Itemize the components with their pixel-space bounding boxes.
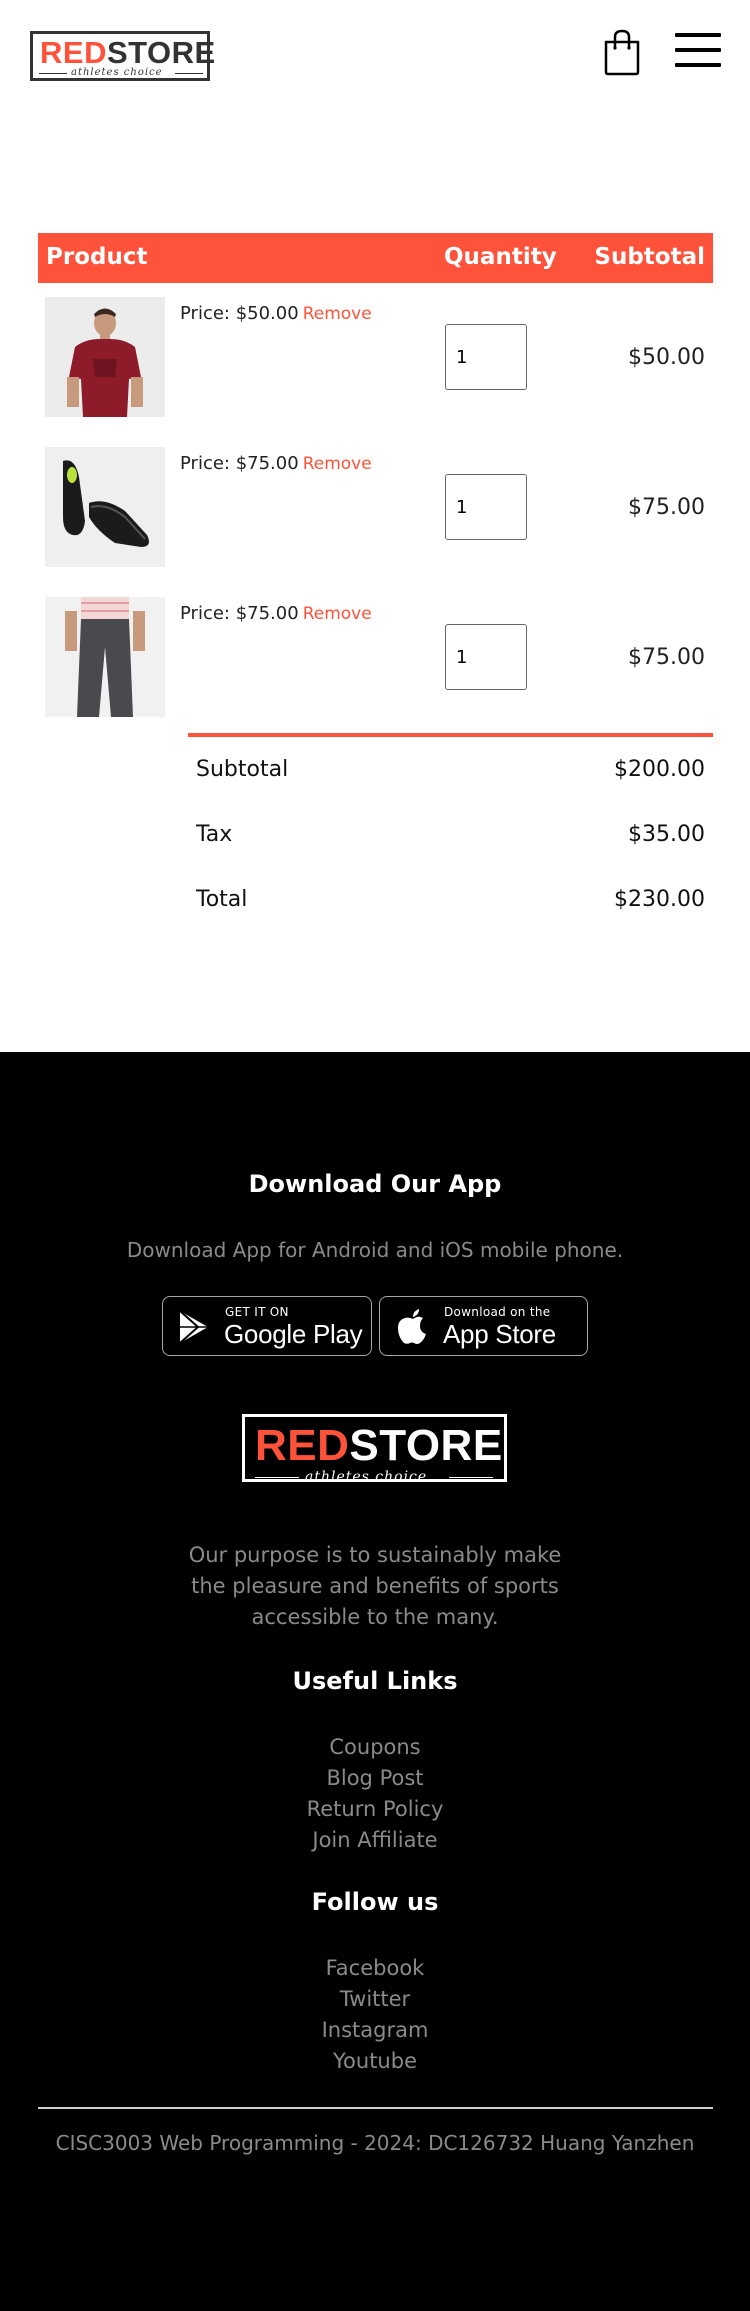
navbar: REDSTORE athletes choice <box>0 0 750 115</box>
footer-divider <box>38 2107 713 2109</box>
logo-tag-line-left <box>39 73 67 74</box>
quantity-input[interactable] <box>445 474 527 540</box>
totals-row-subtotal: Subtotal $200.00 <box>188 737 713 802</box>
column-product: Product <box>46 244 148 270</box>
item-price: Price: $75.00 Remove <box>180 453 372 474</box>
link-coupons[interactable]: Coupons <box>0 1732 750 1763</box>
purpose-text: Our purpose is to sustainably make the p… <box>188 1543 562 1629</box>
google-play-big-text: Google Play <box>224 1319 363 1349</box>
cart-row: Price: $75.00Remove $75.00 <box>38 433 713 567</box>
logo-wordmark: REDSTORE <box>40 35 216 70</box>
item-subtotal: $75.00 <box>628 645 705 670</box>
totals-value: $230.00 <box>614 887 705 912</box>
menu-bar <box>675 33 721 37</box>
totals-row-total: Total $230.00 <box>188 867 713 932</box>
app-store-big-text: App Store <box>443 1319 556 1349</box>
cart-row: Price: $50.00Remove $50.00 <box>38 283 713 417</box>
grey-joggers-product-image <box>45 597 165 717</box>
column-subtotal: Subtotal <box>594 244 705 270</box>
link-twitter[interactable]: Twitter <box>0 1984 750 2015</box>
item-price: Price: $75.00 Remove <box>180 603 372 624</box>
item-price: Price: $50.00 Remove <box>180 303 372 324</box>
menu-bar <box>675 48 721 52</box>
quantity-input[interactable] <box>445 624 527 690</box>
app-store-button[interactable]: Download on the App Store <box>379 1296 588 1356</box>
remove-link[interactable]: Remove <box>303 304 372 324</box>
totals-row-tax: Tax $35.00 <box>188 802 713 867</box>
link-facebook[interactable]: Facebook <box>0 1953 750 1984</box>
column-quantity: Quantity <box>444 244 557 270</box>
download-app-title: Download Our App <box>248 1170 502 1198</box>
download-app-text: Download App for Android and iOS mobile … <box>126 1238 624 1262</box>
google-play-small-text: GET IT ON <box>225 1305 289 1319</box>
link-blog-post[interactable]: Blog Post <box>0 1763 750 1794</box>
cart-table: Product Quantity Subtotal Price: $50.00 R… <box>38 233 713 912</box>
remove-link[interactable]: Remove <box>303 604 372 624</box>
footer: Download Our App Download App for Androi… <box>0 1052 750 2311</box>
cart-row: Price: $75.00Remove $75.00 <box>38 583 713 717</box>
useful-links-list: Coupons Blog Post Return Policy Join Aff… <box>0 1732 750 1856</box>
item-subtotal: $50.00 <box>628 345 705 370</box>
copyright-text: CISC3003 Web Programming - 2024: DC12673… <box>55 2131 695 2155</box>
link-join-affiliate[interactable]: Join Affiliate <box>0 1825 750 1856</box>
menu-bar <box>675 63 721 67</box>
quantity-input[interactable] <box>445 324 527 390</box>
link-youtube[interactable]: Youtube <box>0 2046 750 2077</box>
footer-logo-line-left <box>255 1477 299 1478</box>
useful-links-title: Useful Links <box>292 1667 458 1695</box>
follow-links-list: Facebook Twitter Instagram Youtube <box>0 1953 750 2077</box>
redstore-logo[interactable]: REDSTORE athletes choice <box>30 31 215 81</box>
logo-tag-line-right <box>175 73 203 74</box>
remove-link[interactable]: Remove <box>303 454 372 474</box>
footer-logo-wordmark: REDSTORE <box>255 1421 503 1470</box>
link-instagram[interactable]: Instagram <box>0 2015 750 2046</box>
apple-icon <box>398 1309 426 1344</box>
totals-value: $35.00 <box>628 822 705 847</box>
footer-logo: REDSTORE athletes choice <box>242 1414 507 1485</box>
totals-label: Total <box>196 887 248 912</box>
totals-label: Tax <box>196 822 233 847</box>
google-play-button[interactable]: GET IT ON Google Play <box>162 1296 372 1356</box>
footer-logo-tagline: athletes choice <box>305 1469 428 1485</box>
hamburger-menu-icon[interactable] <box>675 33 721 69</box>
red-tshirt-product-image <box>45 297 165 417</box>
totals-value: $200.00 <box>614 757 705 782</box>
cart-totals: Subtotal $200.00 Tax $35.00 Total $230.0… <box>188 733 713 932</box>
logo-tagline: athletes choice <box>71 67 163 78</box>
cart-table-header: Product Quantity Subtotal <box>38 233 713 283</box>
item-subtotal: $75.00 <box>628 495 705 520</box>
app-store-small-text: Download on the <box>444 1305 551 1319</box>
black-shoes-product-image <box>45 447 165 567</box>
totals-label: Subtotal <box>196 757 289 782</box>
shopping-bag-icon[interactable] <box>602 28 642 76</box>
link-return-policy[interactable]: Return Policy <box>0 1794 750 1825</box>
follow-us-title: Follow us <box>311 1888 439 1916</box>
footer-logo-line-right <box>449 1477 493 1478</box>
google-play-icon <box>179 1310 208 1344</box>
